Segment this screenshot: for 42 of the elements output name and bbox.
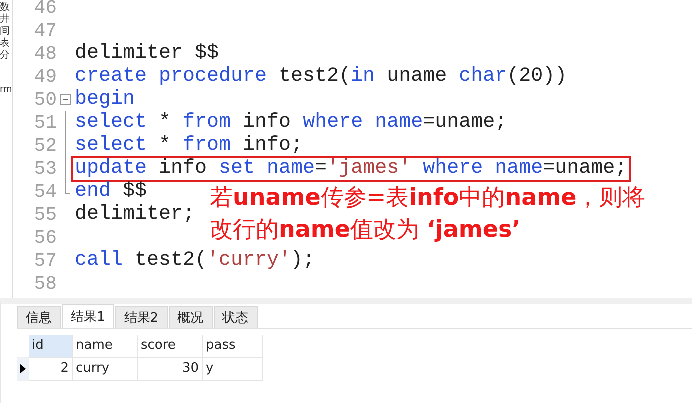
cut-off-label: 表 [0,38,11,50]
line-number: 54 [33,180,57,202]
column-header[interactable]: score [138,335,203,358]
column-header[interactable]: pass [203,335,263,358]
line-number: 49 [33,66,57,88]
result-tab[interactable]: 结果1 [62,304,114,328]
table-cell: curry [73,358,138,381]
line-number: 57 [33,250,57,272]
code-line: end $$ [74,178,148,204]
column-header[interactable]: name [73,335,138,358]
annotation-text: 改行的name值改为 ‘james’ [210,216,522,245]
code-line: select * from info; [74,132,304,158]
line-number: 55 [33,204,57,226]
line-number: 52 [33,134,57,156]
cut-off-label: rm [0,84,12,96]
line-number: 46 [33,0,57,18]
line-number: 53 [33,158,57,180]
result-tab[interactable]: 信息 [17,306,61,328]
cut-off-label: 间 [0,26,11,38]
code-line: select * from info where name=uname; [74,110,508,136]
code-line: delimiter $$ [74,40,220,66]
line-number: 50 [33,88,57,110]
line-number: 48 [33,42,57,64]
result-tab[interactable]: 状态 [214,306,258,328]
code-line: call test2('curry'); [74,248,316,274]
code-line: begin [74,86,136,112]
result-tab[interactable]: 结果2 [115,306,168,328]
cut-off-label: 井 [0,14,11,26]
cut-off-label: 数 [0,2,11,14]
line-number: 51 [33,112,57,134]
line-number: 47 [33,20,57,42]
table-cell: 2 [29,358,73,381]
table-cell: 30 [138,358,203,381]
cut-off-label: 分 [0,50,11,62]
table-cell: y [203,358,263,381]
code-line: delimiter; [74,202,196,228]
column-header[interactable]: id [29,335,73,358]
result-tab[interactable]: 概况 [168,306,213,328]
code-line: create procedure test2(in uname char(20)) [74,64,568,90]
line-number: 58 [33,272,57,294]
annotation-text: 若uname传参=表info中的name，则将 [210,184,646,213]
line-number: 56 [33,226,57,248]
